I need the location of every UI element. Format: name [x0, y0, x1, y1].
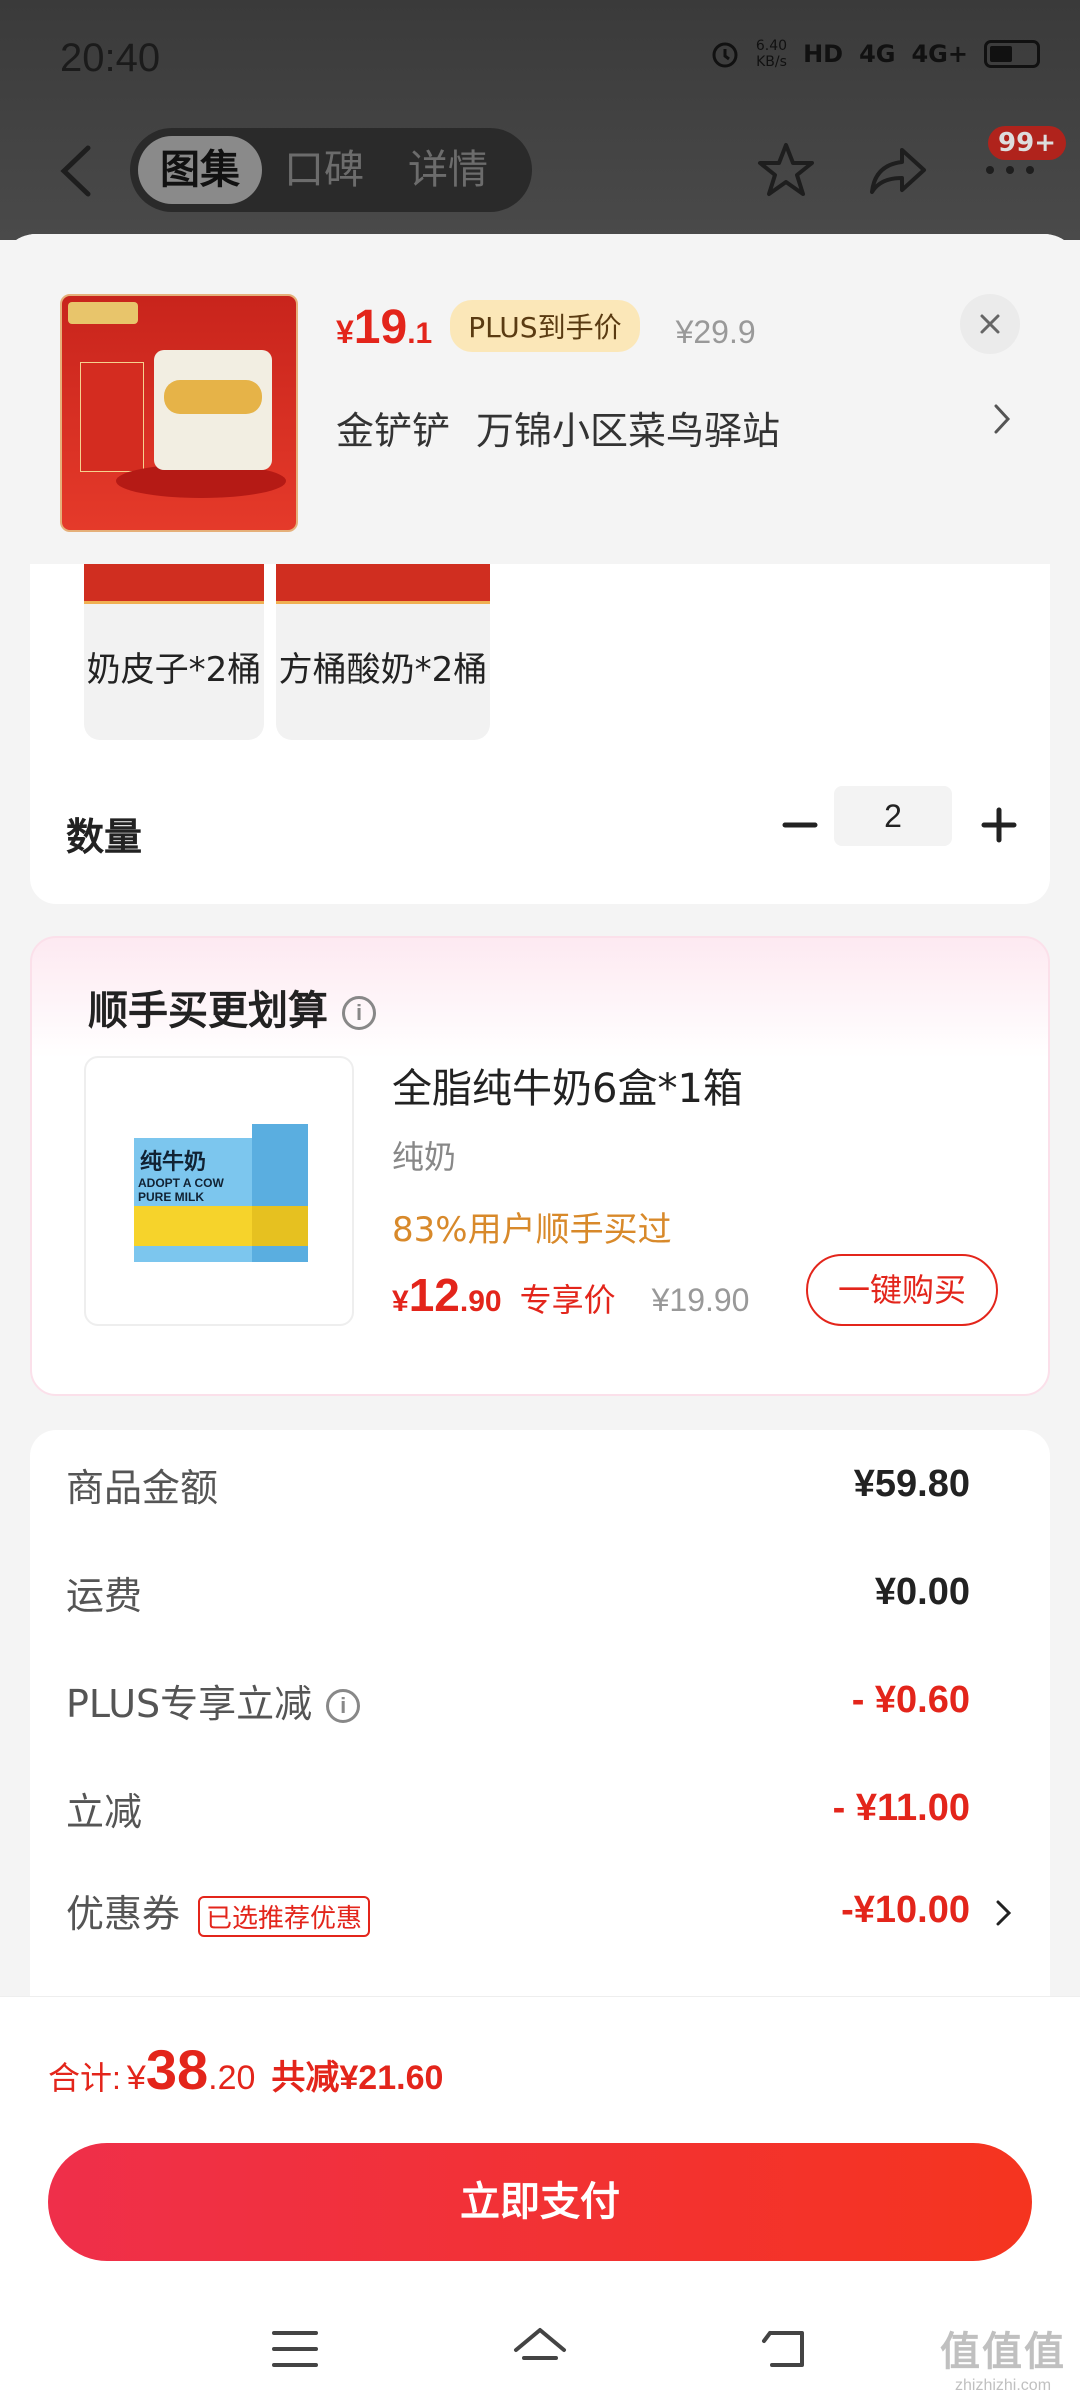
- upsell-purchase-rate: 83%用户顺手买过: [392, 1210, 672, 1250]
- spec-card: 奶皮子*2桶 方桶酸奶*2桶 数量 2: [30, 564, 1050, 904]
- delivery-address[interactable]: 金铲铲 万锦小区菜鸟驿站: [336, 400, 780, 455]
- total-row-instant-discount: 立减 - ¥11.00: [66, 1786, 970, 1834]
- status-time: 20:40: [60, 36, 161, 80]
- totals-card: 商品金额 ¥59.80 运费 ¥0.00 PLUS专享立减 i - ¥0.60 立…: [30, 1430, 1050, 2030]
- top-tab-switcher: 图集 口碑 详情: [130, 128, 532, 212]
- milk-box-image: 纯牛奶 ADOPT A COW PURE MILK: [134, 1124, 312, 1262]
- total-savings: 共减¥21.60: [271, 2059, 444, 2097]
- home-icon[interactable]: [510, 2324, 570, 2374]
- hd-icon: HD: [803, 40, 844, 68]
- info-icon[interactable]: i: [326, 1689, 361, 1723]
- total-row-coupon[interactable]: 优惠券 已选推荐优惠 -¥10.00: [66, 1880, 970, 1940]
- tab-details[interactable]: 详情: [386, 136, 510, 204]
- checkout-footer: 合计: ¥ 38 .20 共减¥21.60 立即支付 值值值 zhizhizhi…: [0, 1996, 1080, 2400]
- close-icon[interactable]: [960, 294, 1020, 354]
- product-thumbnail: [60, 294, 298, 532]
- menu-icon[interactable]: [270, 2327, 320, 2371]
- total-label: 合计:: [48, 2060, 121, 2096]
- spec-option[interactable]: 奶皮子*2桶: [84, 564, 264, 740]
- address-recipient: 金铲铲: [336, 409, 451, 453]
- tab-reviews[interactable]: 口碑: [262, 136, 386, 204]
- spec-option[interactable]: 方桶酸奶*2桶: [276, 564, 490, 740]
- address-location: 万锦小区菜鸟驿站: [476, 409, 781, 453]
- quantity-label: 数量: [66, 815, 143, 859]
- total-amount: 38: [145, 2038, 209, 2101]
- pay-now-button[interactable]: 立即支付: [48, 2143, 1032, 2261]
- tab-gallery[interactable]: 图集: [138, 136, 262, 204]
- quantity-stepper[interactable]: 2: [834, 786, 952, 846]
- chevron-right-icon[interactable]: [994, 1898, 1014, 1928]
- coupon-badge: 已选推荐优惠: [198, 1895, 371, 1937]
- status-icons: 6.40 KB/s HD 4G 4G+: [710, 38, 1040, 70]
- signal-4g-plus-icon: 4G+: [911, 40, 968, 68]
- minus-icon[interactable]: [775, 800, 825, 850]
- upsell-price: ¥12.90: [392, 1269, 502, 1321]
- signal-4g-icon: 4G: [859, 40, 896, 68]
- upsell-item-name[interactable]: 全脂纯牛奶6盒*1箱: [392, 1056, 743, 1114]
- total-row-plus-discount: PLUS专享立减 i - ¥0.60: [66, 1678, 970, 1726]
- upsell-original-price: ¥19.90: [651, 1282, 750, 1318]
- notification-badge: 99+: [988, 126, 1066, 160]
- total-row-goods: 商品金额 ¥59.80: [66, 1462, 970, 1510]
- back-arrow-icon[interactable]: [56, 144, 96, 198]
- star-icon[interactable]: [756, 140, 816, 200]
- product-price-row: ¥19.1 PLUS到手价 ¥29.9: [336, 300, 756, 358]
- upsell-item-sub: 纯奶: [392, 1138, 457, 1176]
- sheet-header: ¥19.1 PLUS到手价 ¥29.9 金铲铲 万锦小区菜鸟驿站: [0, 234, 1080, 564]
- plus-icon[interactable]: [974, 800, 1024, 850]
- info-icon[interactable]: i: [342, 996, 376, 1030]
- total-row-shipping: 运费 ¥0.00: [66, 1570, 970, 1618]
- system-nav-bar: [0, 2297, 1080, 2400]
- chevron-right-icon[interactable]: [992, 402, 1012, 436]
- upsell-price-row: ¥12.90 专享价 ¥19.90: [392, 1268, 749, 1322]
- upsell-card: 顺手买更划算 i 纯牛奶 ADOPT A COW PURE MILK 全脂纯牛奶6盒…: [30, 936, 1050, 1396]
- product-price: ¥19.1: [336, 301, 433, 354]
- battery-icon: [984, 40, 1040, 68]
- net-speed: 6.40 KB/s: [755, 38, 788, 70]
- share-icon[interactable]: [868, 140, 928, 200]
- original-price: ¥29.9: [675, 314, 756, 350]
- back-icon[interactable]: [760, 2325, 810, 2373]
- upsell-price-tag: 专享价: [519, 1281, 616, 1319]
- status-bar: 20:40 6.40 KB/s HD 4G 4G+: [0, 0, 1080, 120]
- upsell-thumbnail[interactable]: 纯牛奶 ADOPT A COW PURE MILK: [84, 1056, 354, 1326]
- plus-price-tag: PLUS到手价: [450, 300, 640, 352]
- one-click-buy-button[interactable]: 一键购买: [806, 1254, 998, 1326]
- total-summary: 合计: ¥ 38 .20 共减¥21.60: [48, 2038, 444, 2101]
- upsell-title: 顺手买更划算 i: [88, 978, 376, 1036]
- alarm-icon: [712, 42, 738, 68]
- watermark: 值值值 zhizhizhi.com: [940, 2329, 1066, 2394]
